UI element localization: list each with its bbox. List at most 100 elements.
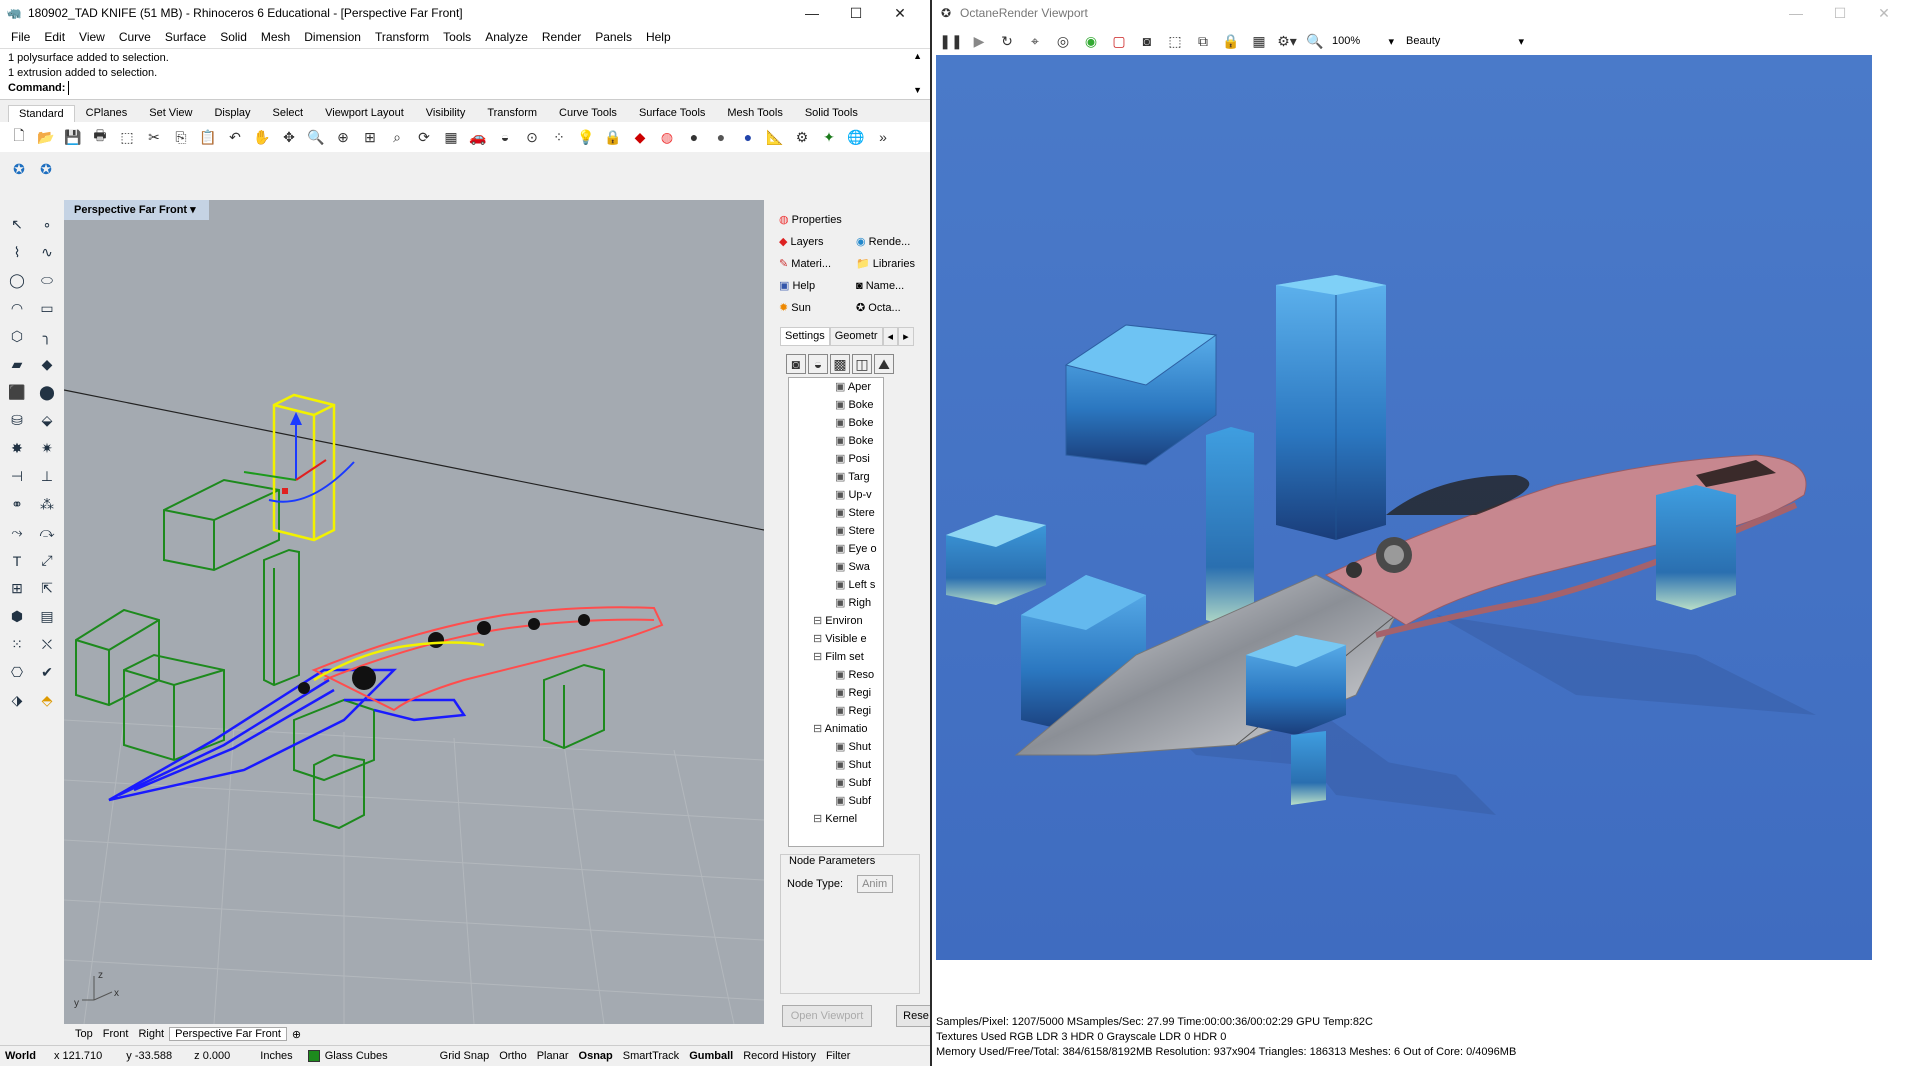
planar-toggle[interactable]: Planar — [532, 1050, 574, 1062]
tab-right[interactable]: Right — [133, 1028, 169, 1040]
viewport-title[interactable]: Perspective Far Front ▾ — [64, 200, 209, 220]
light-icon[interactable]: 💡 — [575, 126, 597, 148]
dimension-icon[interactable]: 📐 — [764, 126, 786, 148]
hatch-icon[interactable]: ▤ — [34, 604, 60, 629]
zoom-extents-icon[interactable]: ⊞ — [359, 126, 381, 148]
settings-tree[interactable]: ▣ Aper ▣ Boke ▣ Boke ▣ Boke ▣ Posi ▣ Targ ▣ Up… — [788, 377, 884, 847]
shade-icon[interactable]: ◒ — [494, 126, 516, 148]
rectangle-icon[interactable]: ▭ — [34, 296, 60, 321]
environment-settings-icon[interactable]: ◒ — [808, 354, 828, 374]
ortho-toggle[interactable]: Ortho — [494, 1050, 532, 1062]
select-points-icon[interactable]: ⁘ — [548, 126, 570, 148]
record-history-toggle[interactable]: Record History — [738, 1050, 821, 1062]
tab-curve-tools[interactable]: Curve Tools — [548, 104, 628, 122]
save-icon[interactable]: 💾 — [62, 126, 84, 148]
focus-pick-icon[interactable]: ⌖ — [1024, 30, 1046, 52]
history-icon[interactable]: ⛌ — [34, 632, 60, 657]
render-viewport[interactable] — [936, 55, 1872, 960]
grid-snap-toggle[interactable]: Grid Snap — [435, 1050, 495, 1062]
copy-icon[interactable]: ⎘ — [170, 126, 192, 148]
new-icon[interactable]: 🗋 — [8, 126, 30, 148]
tree-item[interactable]: ▣ Righ — [789, 594, 883, 612]
tab-select[interactable]: Select — [262, 104, 315, 122]
text-icon[interactable]: T — [4, 548, 30, 573]
rebuild-icon[interactable]: ⤼ — [34, 520, 60, 545]
tree-item[interactable]: ▣ Boke — [789, 432, 883, 450]
zoom-icon[interactable]: 🔍 — [305, 126, 327, 148]
grasshopper-icon[interactable]: ✦ — [818, 126, 840, 148]
kernel-settings-icon[interactable]: ▩ — [830, 354, 850, 374]
tab-octane[interactable]: ✪ Octa... — [853, 297, 926, 319]
osnap-toggle[interactable]: Osnap — [574, 1050, 618, 1062]
paint-icon[interactable]: ⬘ — [34, 688, 60, 713]
ellipse-icon[interactable]: ⬭ — [34, 268, 60, 293]
tab-properties[interactable]: ◍ Properties — [776, 209, 849, 231]
tab-geometry[interactable]: Geometr — [829, 327, 883, 346]
osnap-icon[interactable]: ⊙ — [521, 126, 543, 148]
render-pass-select[interactable]: Beauty ▾ — [1406, 35, 1524, 48]
scale-icon[interactable]: ⬗ — [4, 688, 30, 713]
tree-item[interactable]: ▣ Subf — [789, 792, 883, 810]
tree-item[interactable]: ⊟ Film set — [789, 648, 883, 666]
offset-icon[interactable]: ⤢ — [34, 548, 60, 573]
render-sphere-icon[interactable]: ● — [710, 126, 732, 148]
render-icon[interactable]: ● — [737, 126, 759, 148]
object-pick-icon[interactable]: ◉ — [1080, 30, 1102, 52]
menu-solid[interactable]: Solid — [213, 30, 254, 44]
globe-icon[interactable]: 🌐 — [845, 126, 867, 148]
tab-named-views[interactable]: ◙ Name... — [853, 275, 926, 297]
menu-view[interactable]: View — [72, 30, 112, 44]
lock-icon[interactable]: 🔒 — [1220, 30, 1242, 52]
tree-item[interactable]: ▣ Shut — [789, 756, 883, 774]
tree-item[interactable]: ⊟ Visible e — [789, 630, 883, 648]
tree-item[interactable]: ▣ Aper — [789, 378, 883, 396]
material-pick-icon[interactable]: ◎ — [1052, 30, 1074, 52]
postproc-settings-icon[interactable]: ⛰ — [874, 354, 894, 374]
arc-icon[interactable]: ◠ — [4, 296, 30, 321]
smarttrack-toggle[interactable]: SmartTrack — [618, 1050, 684, 1062]
array-icon[interactable]: ⊞ — [4, 576, 30, 601]
region-render-icon[interactable]: ▢ — [1108, 30, 1130, 52]
tab-set-view[interactable]: Set View — [138, 104, 203, 122]
sub-sampling-icon[interactable]: ⧉ — [1192, 30, 1214, 52]
reset-button[interactable]: Rese — [896, 1005, 930, 1027]
menu-analyze[interactable]: Analyze — [478, 30, 535, 44]
tab-cplanes[interactable]: CPlanes — [75, 104, 139, 122]
select-icon[interactable]: ↖ — [4, 212, 30, 237]
settings-dropdown-icon[interactable]: ⚙▾ — [1276, 30, 1298, 52]
tab-materials[interactable]: ✎ Materi... — [776, 253, 849, 275]
join-icon[interactable]: ⊣ — [4, 464, 30, 489]
minimize-icon[interactable]: — — [790, 0, 834, 26]
tab-rendering[interactable]: ◉ Rende... — [853, 231, 926, 253]
point-icon[interactable]: ∘ — [34, 212, 60, 237]
add-tab-icon[interactable]: ⊕ — [287, 1028, 306, 1041]
clay-mode-icon[interactable]: ⬚ — [1164, 30, 1186, 52]
tab-help[interactable]: ▣ Help — [776, 275, 849, 297]
octane-settings-icon[interactable]: ✪ — [35, 158, 57, 180]
restart-icon[interactable]: ↻ — [996, 30, 1018, 52]
tree-item[interactable]: ▣ Boke — [789, 414, 883, 432]
car-icon[interactable]: 🚗 — [467, 126, 489, 148]
tree-item[interactable]: ▣ Reso — [789, 666, 883, 684]
tab-surface-tools[interactable]: Surface Tools — [628, 104, 716, 122]
current-layer[interactable]: Glass Cubes — [320, 1050, 393, 1062]
scroll-down-icon[interactable]: ▼ — [913, 85, 922, 95]
cylinder-icon[interactable]: ⛁ — [4, 408, 30, 433]
menu-curve[interactable]: Curve — [112, 30, 158, 44]
tree-item[interactable]: ▣ Stere — [789, 522, 883, 540]
open-icon[interactable]: 📂 — [35, 126, 57, 148]
gumball-toggle[interactable]: Gumball — [684, 1050, 738, 1062]
tab-libraries[interactable]: 📁 Libraries — [853, 253, 926, 275]
filter-toggle[interactable]: Filter — [821, 1050, 855, 1062]
maximize-icon[interactable]: ☐ — [1818, 0, 1862, 26]
units-label[interactable]: Inches — [255, 1050, 297, 1062]
polyline-icon[interactable]: ⌇ — [4, 240, 30, 265]
tree-item[interactable]: ▣ Boke — [789, 396, 883, 414]
minimize-icon[interactable]: — — [1774, 0, 1818, 26]
perspective-viewport[interactable]: z x y Perspective Far Front ▾ — [64, 200, 764, 1024]
group-icon[interactable]: ⚭ — [4, 492, 30, 517]
octane-icon[interactable]: ✪ — [8, 158, 30, 180]
material-sphere-icon[interactable]: ● — [683, 126, 705, 148]
scroll-up-icon[interactable]: ▲ — [913, 51, 922, 61]
tree-item[interactable]: ▣ Targ — [789, 468, 883, 486]
